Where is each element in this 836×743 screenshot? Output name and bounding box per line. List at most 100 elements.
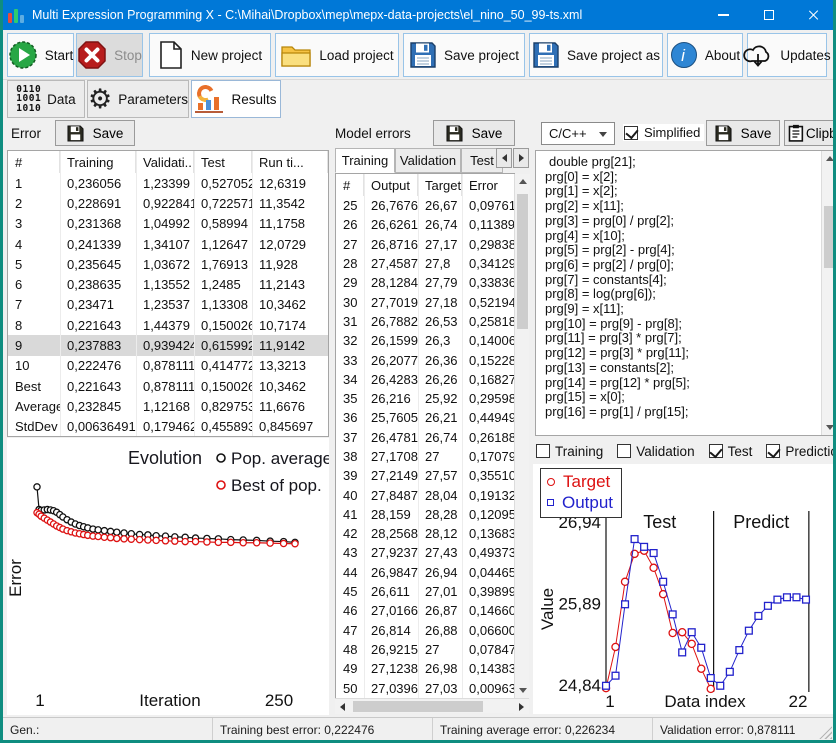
table-row[interactable]: 4426,984726,940,044650 — [336, 563, 514, 582]
language-select[interactable]: C/C++ — [541, 122, 615, 145]
checkbox[interactable] — [766, 444, 780, 458]
series-toggle-predictions[interactable]: Predictions — [766, 444, 836, 459]
table-row[interactable]: 4927,123826,980,143835 — [336, 659, 514, 678]
resize-grip[interactable] — [819, 726, 832, 739]
error-save-button[interactable]: Save — [55, 120, 135, 146]
table-row[interactable]: 10,2360561,233990,52705212,6319 — [8, 173, 328, 193]
save-project-as-button[interactable]: Save project as — [529, 33, 663, 77]
series-toggle-test[interactable]: Test — [709, 444, 753, 459]
updates-button[interactable]: Updates — [747, 33, 827, 77]
stop-button[interactable]: Stop — [76, 33, 143, 77]
table-row[interactable]: 4128,15928,280,120951 — [336, 505, 514, 524]
tab-scroll-left-button[interactable] — [496, 148, 512, 168]
table-row[interactable]: Average0,2328451,121680,82975311,6676 — [8, 396, 328, 416]
code-line: prg[7] = constants[4]; — [536, 273, 835, 288]
table-row[interactable]: StdDev0,006364910,1794620,4558930,845697 — [8, 417, 328, 437]
tab-scroll-right-button[interactable] — [513, 148, 529, 168]
table-row[interactable]: 2526,767626,670,097612 — [336, 196, 514, 215]
code-output[interactable]: double prg[21];prg[0] = x[2];prg[1] = x[… — [535, 150, 836, 436]
table-row[interactable]: 3027,701927,180,521945 — [336, 292, 514, 311]
table-row[interactable]: Best0,2216430,8781110,15002610,3462 — [8, 376, 328, 396]
minimize-button[interactable] — [701, 0, 746, 30]
checkbox[interactable] — [617, 444, 631, 458]
table-row[interactable]: 3927,214927,570,355103 — [336, 466, 514, 485]
model-errors-save-button[interactable]: Save — [433, 120, 515, 146]
table-row[interactable]: 4327,923727,430,493738 — [336, 543, 514, 562]
error-panel-header: Error — [11, 120, 41, 147]
close-button[interactable] — [791, 0, 836, 30]
simplified-checkbox[interactable] — [624, 126, 638, 140]
maximize-button[interactable] — [746, 0, 791, 30]
table-row[interactable]: 4826,9215270,078470 — [336, 640, 514, 659]
table-row[interactable]: 3526,21625,920,295984 — [336, 389, 514, 408]
series-toggle-validation[interactable]: Validation — [617, 444, 694, 459]
model-table-hscrollbar[interactable] — [335, 698, 529, 713]
column-header[interactable]: Error — [462, 174, 515, 196]
simplified-checkbox-wrap[interactable]: Simplified — [623, 124, 704, 141]
table-row[interactable]: 40,2413391,341071,1264712,0729 — [8, 234, 328, 254]
model-tab-validation[interactable]: Validation — [395, 148, 461, 173]
code-save-button[interactable]: Save — [706, 120, 780, 146]
table-row[interactable]: 4228,256828,120,136832 — [336, 524, 514, 543]
table-row[interactable]: 4726,81426,880,066008 — [336, 621, 514, 640]
tab-results[interactable]: Results — [191, 80, 281, 118]
table-row[interactable]: 3827,1708270,170794 — [336, 447, 514, 466]
table-row[interactable]: 30,2313681,049920,5899411,1758 — [8, 214, 328, 234]
scroll-thumb[interactable] — [353, 701, 483, 712]
column-header[interactable]: Validati... — [136, 151, 194, 173]
tab-data[interactable]: 011010011010 Data — [7, 80, 85, 118]
table-row[interactable]: 3625,760526,210,449498 — [336, 408, 514, 427]
code-line: prg[15] = x[0]; — [536, 390, 835, 405]
new-project-button[interactable]: New project — [149, 33, 271, 77]
table-row[interactable]: 3126,788226,530,258182 — [336, 312, 514, 331]
table-cell: 27,0396 — [364, 681, 418, 696]
table-row[interactable]: 3326,207726,360,152287 — [336, 350, 514, 369]
code-vscrollbar[interactable] — [821, 151, 836, 435]
table-row[interactable]: 2726,871627,170,298384 — [336, 235, 514, 254]
column-header[interactable]: Training — [60, 151, 136, 173]
code-line: prg[10] = prg[9] - prg[8]; — [536, 317, 835, 332]
model-tab-training[interactable]: Training — [335, 148, 395, 173]
column-header[interactable]: Test — [194, 151, 252, 173]
table-row[interactable]: 90,2378830,9394240,61599211,9142 — [8, 335, 328, 355]
load-project-button[interactable]: Load project — [275, 33, 399, 77]
table-row[interactable]: 3426,428326,260,168276 — [336, 370, 514, 389]
table-row[interactable]: 2827,458727,80,341298 — [336, 254, 514, 273]
scroll-thumb[interactable] — [517, 194, 528, 329]
error-table[interactable]: #TrainingValidati...TestRun ti...10,2360… — [7, 150, 329, 437]
model-errors-table[interactable]: #OutputTargetError2526,767626,670,097612… — [335, 173, 515, 699]
scroll-down-icon — [519, 688, 527, 693]
table-row[interactable]: 2626,626126,740,113891 — [336, 215, 514, 234]
table-row[interactable]: 4627,016626,870,146609 — [336, 601, 514, 620]
table-row[interactable]: 3726,478126,740,261882 — [336, 428, 514, 447]
clipboard-button[interactable]: Clipboard — [784, 120, 836, 146]
table-row[interactable]: 4526,61127,010,398998 — [336, 582, 514, 601]
table-row[interactable]: 70,234711,235371,1330810,3462 — [8, 295, 328, 315]
model-table-vscrollbar[interactable] — [514, 174, 529, 698]
column-header[interactable]: # — [8, 151, 60, 173]
table-row[interactable]: 5027,039627,030,009634 — [336, 678, 514, 697]
table-row[interactable]: 100,2224760,8781110,41477213,3213 — [8, 356, 328, 376]
table-row[interactable]: 3226,159926,30,140062 — [336, 331, 514, 350]
table-row[interactable]: 4027,848728,040,191323 — [336, 485, 514, 504]
column-header[interactable]: Run ti... — [252, 151, 328, 173]
scroll-thumb[interactable] — [824, 206, 835, 268]
table-row[interactable]: 2928,128427,790,338365 — [336, 273, 514, 292]
column-header[interactable]: # — [336, 174, 364, 196]
table-row[interactable]: 80,2216431,443790,15002610,7174 — [8, 315, 328, 335]
table-cell: 29 — [336, 275, 364, 290]
svg-text:1: 1 — [605, 692, 614, 711]
prediction-chart-panel: TestPredict26,9425,8924,84Value1Data ind… — [533, 464, 836, 714]
tab-parameters[interactable]: ⚙ Parameters — [87, 80, 189, 118]
table-row[interactable]: 50,2356451,036721,7691311,928 — [8, 254, 328, 274]
column-header[interactable]: Output — [364, 174, 418, 196]
about-button[interactable]: i About — [667, 33, 743, 77]
series-toggle-training[interactable]: Training — [536, 444, 603, 459]
table-row[interactable]: 60,2386351,135521,248511,2143 — [8, 274, 328, 294]
start-button[interactable]: Start — [7, 33, 74, 77]
checkbox[interactable] — [536, 444, 550, 458]
save-project-button[interactable]: Save project — [403, 33, 525, 77]
table-row[interactable]: 20,2286910,9228410,72257111,3542 — [8, 193, 328, 213]
checkbox[interactable] — [709, 444, 723, 458]
column-header[interactable]: Target — [418, 174, 462, 196]
